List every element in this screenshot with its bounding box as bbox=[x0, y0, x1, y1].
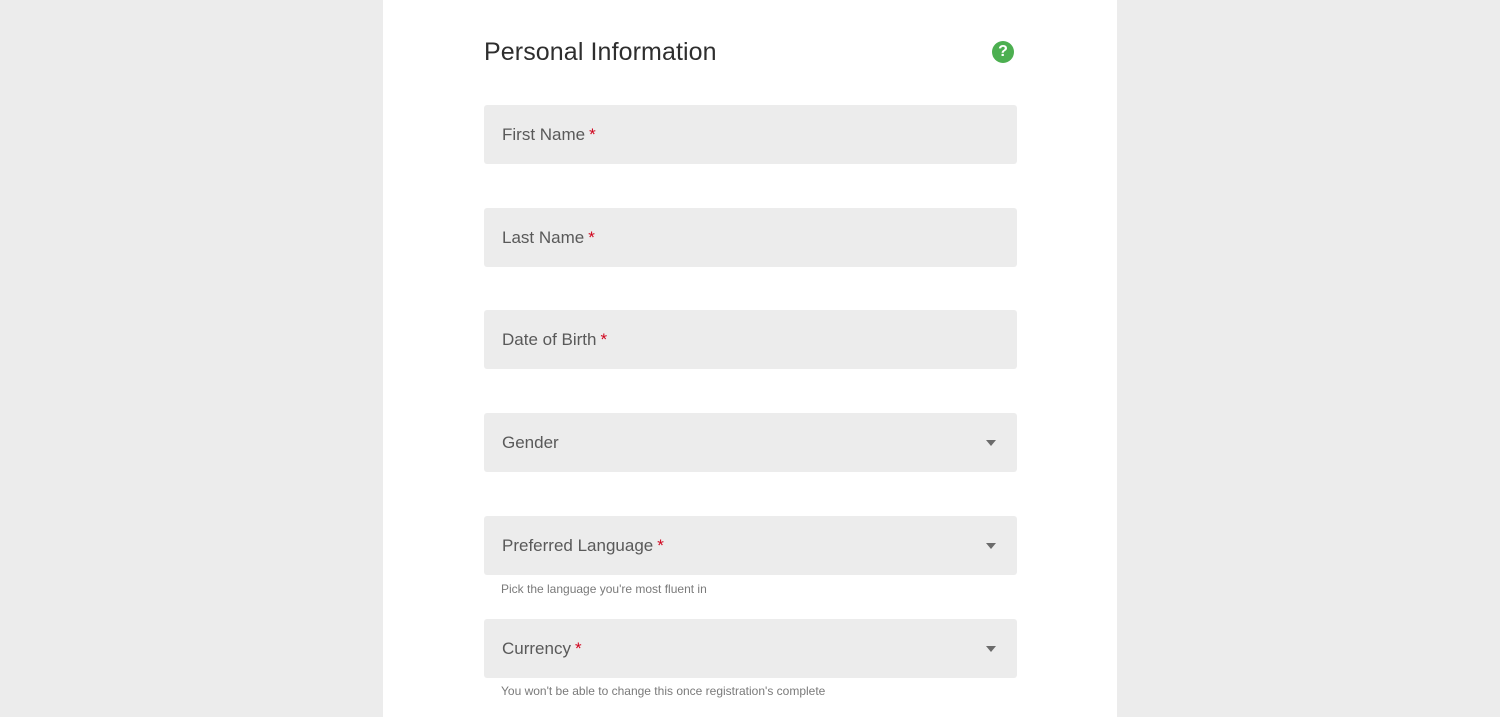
chevron-down-icon bbox=[986, 646, 996, 652]
date-of-birth-field[interactable]: Date of Birth * bbox=[484, 310, 1017, 369]
chevron-down-icon bbox=[986, 543, 996, 549]
first-name-label: First Name * bbox=[502, 125, 596, 144]
preferred-language-select[interactable]: Preferred Language * bbox=[484, 516, 1017, 575]
first-name-field[interactable]: First Name * bbox=[484, 105, 1017, 164]
required-marker: * bbox=[600, 330, 608, 349]
required-marker: * bbox=[657, 536, 664, 555]
preferred-language-hint: Pick the language you're most fluent in bbox=[501, 582, 707, 596]
chevron-down-icon bbox=[986, 440, 996, 446]
required-marker: * bbox=[574, 639, 582, 658]
page-title: Personal Information bbox=[484, 38, 717, 66]
help-icon[interactable]: ? bbox=[992, 41, 1014, 63]
last-name-label: Last Name * bbox=[502, 228, 595, 247]
gender-select[interactable]: Gender bbox=[484, 413, 1017, 472]
currency-hint: You won't be able to change this once re… bbox=[501, 684, 826, 698]
required-marker: * bbox=[589, 125, 596, 144]
preferred-language-label: Preferred Language * bbox=[502, 536, 664, 555]
currency-label: Currency * bbox=[502, 639, 582, 658]
gender-label: Gender bbox=[502, 433, 559, 452]
last-name-field[interactable]: Last Name * bbox=[484, 208, 1017, 267]
required-marker: * bbox=[588, 228, 595, 247]
date-of-birth-label: Date of Birth * bbox=[502, 330, 608, 349]
currency-select[interactable]: Currency * bbox=[484, 619, 1017, 678]
